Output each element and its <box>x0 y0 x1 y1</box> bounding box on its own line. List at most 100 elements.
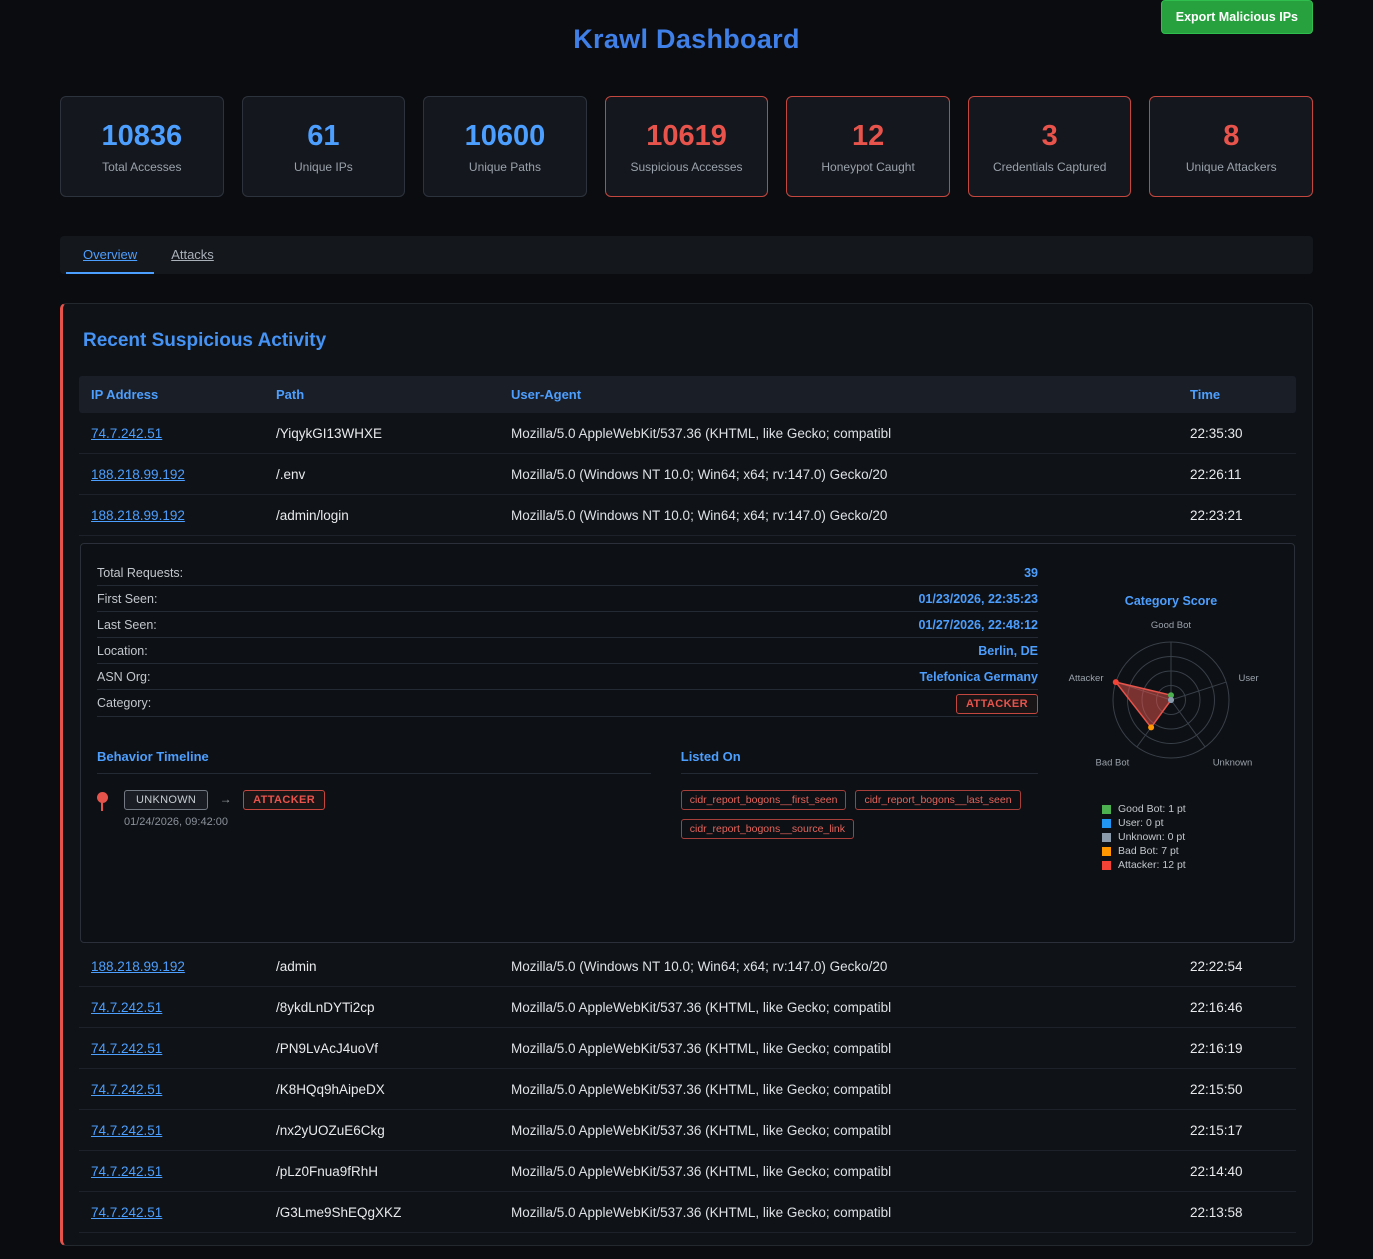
category-score-section: Category Score Good BotUserUnknownBad Bo… <box>1064 560 1278 922</box>
detail-field: Location: Berlin, DE <box>97 638 1038 664</box>
category-score-radar-chart: Good BotUserUnknownBad BotAttacker <box>1064 616 1278 790</box>
stat-card-total-accesses: 10836Total Accesses <box>60 96 224 197</box>
radar-axis-label: Unknown <box>1213 757 1253 768</box>
stat-value: 8 <box>1223 120 1239 153</box>
ip-cell: 74.7.242.51 <box>79 1041 264 1056</box>
path-cell: /G3Lme9ShEQgXKZ <box>264 1205 499 1220</box>
ip-link[interactable]: 188.218.99.192 <box>91 467 185 482</box>
path-cell: /admin/login <box>264 508 499 523</box>
time-cell: 22:23:21 <box>1178 508 1296 523</box>
ip-link[interactable]: 74.7.242.51 <box>91 1041 162 1056</box>
stat-card-honeypot-caught: 12Honeypot Caught <box>786 96 950 197</box>
radar-axis-label: Attacker <box>1069 673 1104 684</box>
field-value: Berlin, DE <box>978 644 1038 658</box>
table-row[interactable]: 188.218.99.192/adminMozilla/5.0 (Windows… <box>79 946 1296 987</box>
stat-value: 10836 <box>101 120 182 153</box>
path-cell: /8ykdLnDYTi2cp <box>264 1000 499 1015</box>
table-rows-before-detail: 74.7.242.51/YiqykGI13WHXEMozilla/5.0 App… <box>79 413 1296 536</box>
ip-link[interactable]: 74.7.242.51 <box>91 426 162 441</box>
table-row[interactable]: 74.7.242.51/nx2yUOZuE6CkgMozilla/5.0 App… <box>79 1110 1296 1151</box>
column-header-user-agent: User-Agent <box>499 387 1178 402</box>
stat-card-unique-paths: 10600Unique Paths <box>423 96 587 197</box>
legend-label: Unknown: 0 pt <box>1118 831 1185 843</box>
table-row[interactable]: 74.7.242.51/K8HQq9hAipeDXMozilla/5.0 App… <box>79 1069 1296 1110</box>
column-header-path: Path <box>264 387 499 402</box>
table-row[interactable]: 74.7.242.51/pLz0Fnua9fRhHMozilla/5.0 App… <box>79 1151 1296 1192</box>
ip-link[interactable]: 74.7.242.51 <box>91 1205 162 1220</box>
stat-card-suspicious-accesses: 10619Suspicious Accesses <box>605 96 769 197</box>
tab-overview[interactable]: Overview <box>66 236 154 274</box>
time-cell: 22:16:46 <box>1178 1000 1296 1015</box>
user-agent-cell: Mozilla/5.0 AppleWebKit/537.36 (KHTML, l… <box>499 1000 1178 1015</box>
tab-bar: OverviewAttacks <box>60 236 1313 274</box>
detail-field: ASN Org:Telefonica Germany <box>97 664 1038 690</box>
detail-field: First Seen:01/23/2026, 22:35:23 <box>97 586 1038 612</box>
user-agent-cell: Mozilla/5.0 AppleWebKit/537.36 (KHTML, l… <box>499 1123 1178 1138</box>
legend-item: User: 0 pt <box>1102 817 1278 829</box>
field-label: ASN Org: <box>97 670 151 684</box>
field-label: Location: <box>97 644 148 658</box>
ip-cell: 188.218.99.192 <box>79 508 264 523</box>
user-agent-cell: Mozilla/5.0 AppleWebKit/537.36 (KHTML, l… <box>499 1205 1178 1220</box>
time-cell: 22:26:11 <box>1178 467 1296 482</box>
legend-item: Unknown: 0 pt <box>1102 831 1278 843</box>
legend-label: Attacker: 12 pt <box>1118 859 1186 871</box>
ip-link[interactable]: 74.7.242.51 <box>91 1000 162 1015</box>
path-cell: /admin <box>264 959 499 974</box>
header: Krawl Dashboard Export Malicious IPs <box>60 0 1313 96</box>
legend-swatch <box>1102 805 1111 814</box>
export-malicious-ips-button[interactable]: Export Malicious IPs <box>1161 0 1313 34</box>
ip-detail-left: Total Requests:39First Seen:01/23/2026, … <box>97 560 1038 922</box>
stat-label: Unique IPs <box>294 160 353 174</box>
tab-attacks[interactable]: Attacks <box>154 236 231 274</box>
path-cell: /nx2yUOZuE6Ckg <box>264 1123 499 1138</box>
user-agent-cell: Mozilla/5.0 AppleWebKit/537.36 (KHTML, l… <box>499 1082 1178 1097</box>
table-row[interactable]: 74.7.242.51/YiqykGI13WHXEMozilla/5.0 App… <box>79 413 1296 454</box>
time-cell: 22:22:54 <box>1178 959 1296 974</box>
ip-cell: 74.7.242.51 <box>79 1205 264 1220</box>
stat-label: Honeypot Caught <box>821 160 914 174</box>
timeline-from-badge: UNKNOWN <box>124 790 208 810</box>
activity-table: IP AddressPathUser-AgentTime 74.7.242.51… <box>79 376 1296 1233</box>
blocklist-badge[interactable]: cidr_report_bogons__last_seen <box>855 790 1020 810</box>
radar-axis-label: Bad Bot <box>1095 757 1129 768</box>
path-cell: /K8HQq9hAipeDX <box>264 1082 499 1097</box>
path-cell: /pLz0Fnua9fRhH <box>264 1164 499 1179</box>
timeline-marker-icon <box>97 792 108 803</box>
ip-link[interactable]: 188.218.99.192 <box>91 508 185 523</box>
table-row[interactable]: 188.218.99.192/.envMozilla/5.0 (Windows … <box>79 454 1296 495</box>
blocklist-badge[interactable]: cidr_report_bogons__source_link <box>681 819 854 839</box>
category-score-title: Category Score <box>1064 594 1278 608</box>
radar-axis-label: Good Bot <box>1151 620 1191 631</box>
ip-link[interactable]: 188.218.99.192 <box>91 959 185 974</box>
behavior-timeline-title: Behavior Timeline <box>97 749 651 774</box>
blocklist-badge[interactable]: cidr_report_bogons__first_seen <box>681 790 847 810</box>
ip-link[interactable]: 74.7.242.51 <box>91 1164 162 1179</box>
table-row[interactable]: 74.7.242.51/G3Lme9ShEQgXKZMozilla/5.0 Ap… <box>79 1192 1296 1233</box>
ip-cell: 74.7.242.51 <box>79 1082 264 1097</box>
time-cell: 22:15:17 <box>1178 1123 1296 1138</box>
path-cell: /YiqykGI13WHXE <box>264 426 499 441</box>
table-row[interactable]: 74.7.242.51/8ykdLnDYTi2cpMozilla/5.0 App… <box>79 987 1296 1028</box>
stat-label: Suspicious Accesses <box>630 160 742 174</box>
field-label: Total Requests: <box>97 566 183 580</box>
table-row[interactable]: 188.218.99.192/admin/loginMozilla/5.0 (W… <box>79 495 1296 536</box>
table-row[interactable]: 74.7.242.51/PN9LvAcJ4uoVfMozilla/5.0 App… <box>79 1028 1296 1069</box>
field-value: ATTACKER <box>956 694 1038 712</box>
detail-field: Last Seen:01/27/2026, 22:48:12 <box>97 612 1038 638</box>
user-agent-cell: Mozilla/5.0 (Windows NT 10.0; Win64; x64… <box>499 959 1178 974</box>
ip-detail-columns: Behavior Timeline UNKNOWN → ATTACKER 01/… <box>97 749 1038 839</box>
ip-detail-panel: Total Requests:39First Seen:01/23/2026, … <box>80 543 1295 943</box>
path-cell: /.env <box>264 467 499 482</box>
ip-link[interactable]: 74.7.242.51 <box>91 1082 162 1097</box>
legend-item: Good Bot: 1 pt <box>1102 803 1278 815</box>
listed-on-title: Listed On <box>681 749 1038 774</box>
ip-detail-fields: Total Requests:39First Seen:01/23/2026, … <box>97 560 1038 717</box>
legend-swatch <box>1102 833 1111 842</box>
table-rows-after-detail: 188.218.99.192/adminMozilla/5.0 (Windows… <box>79 946 1296 1233</box>
stat-card-unique-attackers: 8Unique Attackers <box>1149 96 1313 197</box>
ip-link[interactable]: 74.7.242.51 <box>91 1123 162 1138</box>
ip-cell: 74.7.242.51 <box>79 1000 264 1015</box>
legend-item: Attacker: 12 pt <box>1102 859 1278 871</box>
user-agent-cell: Mozilla/5.0 (Windows NT 10.0; Win64; x64… <box>499 508 1178 523</box>
